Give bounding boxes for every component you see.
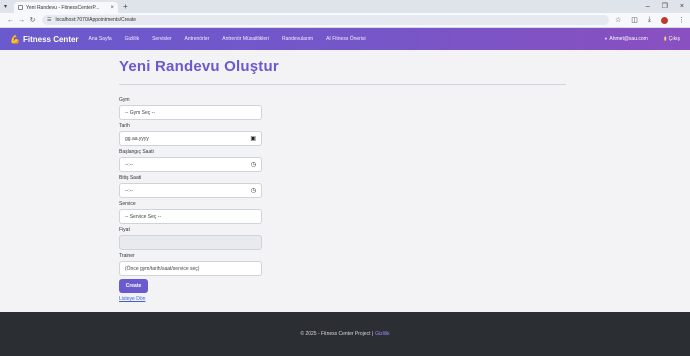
new-tab-button[interactable]: + xyxy=(123,2,128,11)
nav-links: Ana Sayfa Gizlilik Servisler Antrenörler… xyxy=(89,36,605,42)
brand-name: Fitness Center xyxy=(22,34,79,44)
minimize-button[interactable]: – xyxy=(646,0,650,13)
nav-link-my-appointments[interactable]: Randevularım xyxy=(282,36,313,42)
url-text: localhost:7070/Appointments/Create xyxy=(55,17,137,23)
price-label: Fiyat xyxy=(119,227,130,233)
back-to-list-link[interactable]: Listeye Dön xyxy=(119,296,262,302)
window-controls: – ❐ × xyxy=(646,0,684,13)
service-label: Service xyxy=(119,201,136,207)
tab-search-icon[interactable]: ▾ xyxy=(4,3,14,10)
end-time-label: Bitiş Saati xyxy=(119,175,142,181)
extensions-icon[interactable]: ◫ xyxy=(631,16,638,24)
download-icon[interactable]: ⤓ xyxy=(648,16,651,24)
gym-select[interactable]: -- Gym Seç -- xyxy=(119,105,262,120)
browser-tabstrip: ▾ Yeni Randevu - FitnessCenterP... × + –… xyxy=(0,0,690,13)
end-time-input[interactable]: --:-- ◷ xyxy=(119,183,262,198)
user-email: Ahmet@sau.com xyxy=(609,36,648,42)
date-input[interactable]: gg.aa.yyyy ▣ xyxy=(119,131,262,146)
appointment-form: Gym -- Gym Seç -- Tarih gg.aa.yyyy ▣ Baş… xyxy=(119,97,262,302)
main-content: Yeni Randevu Oluştur Gym -- Gym Seç -- T… xyxy=(119,58,566,302)
footer: © 2025 - Fitness Center Project | Gizlil… xyxy=(0,312,690,356)
user-link[interactable]: ● Ahmet@sau.com xyxy=(604,36,647,42)
url-input[interactable]: ☰ localhost:7070/Appointments/Create xyxy=(42,15,609,25)
nav-link-home[interactable]: Ana Sayfa xyxy=(89,36,112,42)
tab-title: Yeni Randevu - FitnessCenterP... xyxy=(26,4,100,11)
forward-arrow-icon[interactable]: → xyxy=(16,17,27,24)
end-time-value: --:-- xyxy=(125,187,134,194)
logout-label: Çıkış xyxy=(668,36,680,42)
footer-copyright: © 2025 - Fitness Center Project | xyxy=(300,331,374,337)
create-button[interactable]: Create xyxy=(119,279,148,293)
flexed-bicep-icon: 💪 xyxy=(10,34,20,44)
browser-tab[interactable]: Yeni Randevu - FitnessCenterP... × xyxy=(14,2,118,13)
logout-icon: ▮ xyxy=(663,36,667,42)
browser-menu-icon[interactable]: ⋮ xyxy=(678,16,685,24)
window-close-button[interactable]: × xyxy=(680,0,684,13)
favicon-icon xyxy=(18,5,23,10)
clock-icon[interactable]: ◷ xyxy=(251,161,256,168)
bookmark-star-icon[interactable]: ☆ xyxy=(615,16,621,24)
tab-close-icon[interactable]: × xyxy=(110,5,114,11)
nav-link-services[interactable]: Servisler xyxy=(152,36,171,42)
logout-link[interactable]: ▮ Çıkış xyxy=(664,36,680,42)
app-navbar: 💪 Fitness Center Ana Sayfa Gizlilik Serv… xyxy=(0,28,690,50)
gym-select-value: -- Gym Seç -- xyxy=(125,109,155,116)
nav-link-privacy[interactable]: Gizlilik xyxy=(125,36,139,42)
nav-link-ai-fitness[interactable]: AI Fitness Önerisi xyxy=(326,36,365,42)
calendar-icon[interactable]: ▣ xyxy=(250,135,256,142)
trainer-select[interactable]: (Önce gym/tarih/saat/service seç) xyxy=(119,261,262,276)
reload-icon[interactable]: ↻ xyxy=(27,16,38,24)
footer-privacy-link[interactable]: Gizlilik xyxy=(375,331,389,337)
start-time-label: Başlangıç Saati xyxy=(119,149,154,155)
page-title: Yeni Randevu Oluştur xyxy=(119,58,279,75)
start-time-input[interactable]: --:-- ◷ xyxy=(119,157,262,172)
profile-avatar[interactable] xyxy=(661,16,668,24)
trainer-label: Trainer xyxy=(119,253,135,259)
nav-link-trainer-availability[interactable]: Antrenör Müsaitlikleri xyxy=(222,36,269,42)
brand-logo[interactable]: 💪 Fitness Center xyxy=(10,35,79,44)
nav-link-trainers[interactable]: Antrenörler xyxy=(185,36,210,42)
user-icon: ● xyxy=(604,36,608,42)
date-label: Tarih xyxy=(119,123,130,129)
trainer-select-value: (Önce gym/tarih/saat/service seç) xyxy=(125,265,200,272)
date-input-value: gg.aa.yyyy xyxy=(125,135,149,142)
address-bar: ← → ↻ ☰ localhost:7070/Appointments/Crea… xyxy=(0,13,690,28)
site-info-icon[interactable]: ☰ xyxy=(47,17,51,23)
price-field xyxy=(119,235,262,250)
service-select-value: -- Service Seç -- xyxy=(125,213,162,220)
service-select[interactable]: -- Service Seç -- xyxy=(119,209,262,224)
title-divider xyxy=(119,84,566,85)
back-arrow-icon[interactable]: ← xyxy=(5,17,16,24)
clock-icon[interactable]: ◷ xyxy=(251,187,256,194)
maximize-button[interactable]: ❐ xyxy=(662,0,668,13)
start-time-value: --:-- xyxy=(125,161,134,168)
gym-label: Gym xyxy=(119,97,130,103)
